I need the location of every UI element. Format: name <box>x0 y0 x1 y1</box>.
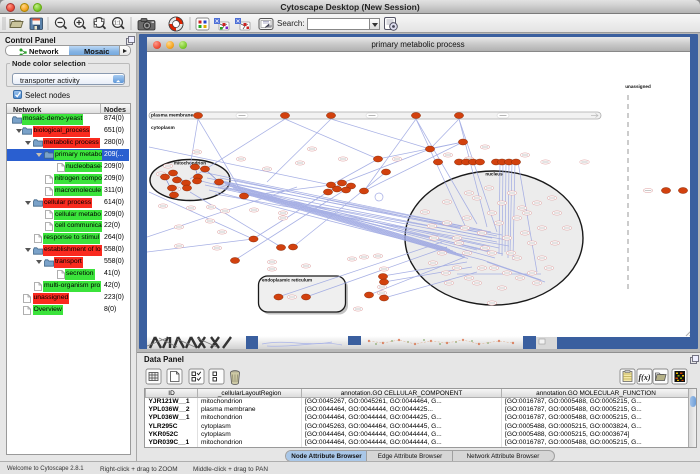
svg-text:f(x): f(x) <box>639 373 651 382</box>
svg-text:plasma membrane: plasma membrane <box>151 113 193 119</box>
svg-text:endoplasmic reticulum: endoplasmic reticulum <box>262 278 312 283</box>
svg-text:nucleus: nucleus <box>485 172 503 177</box>
svg-text:cytoplasm: cytoplasm <box>151 125 175 131</box>
svg-text:unassigned: unassigned <box>625 84 651 89</box>
